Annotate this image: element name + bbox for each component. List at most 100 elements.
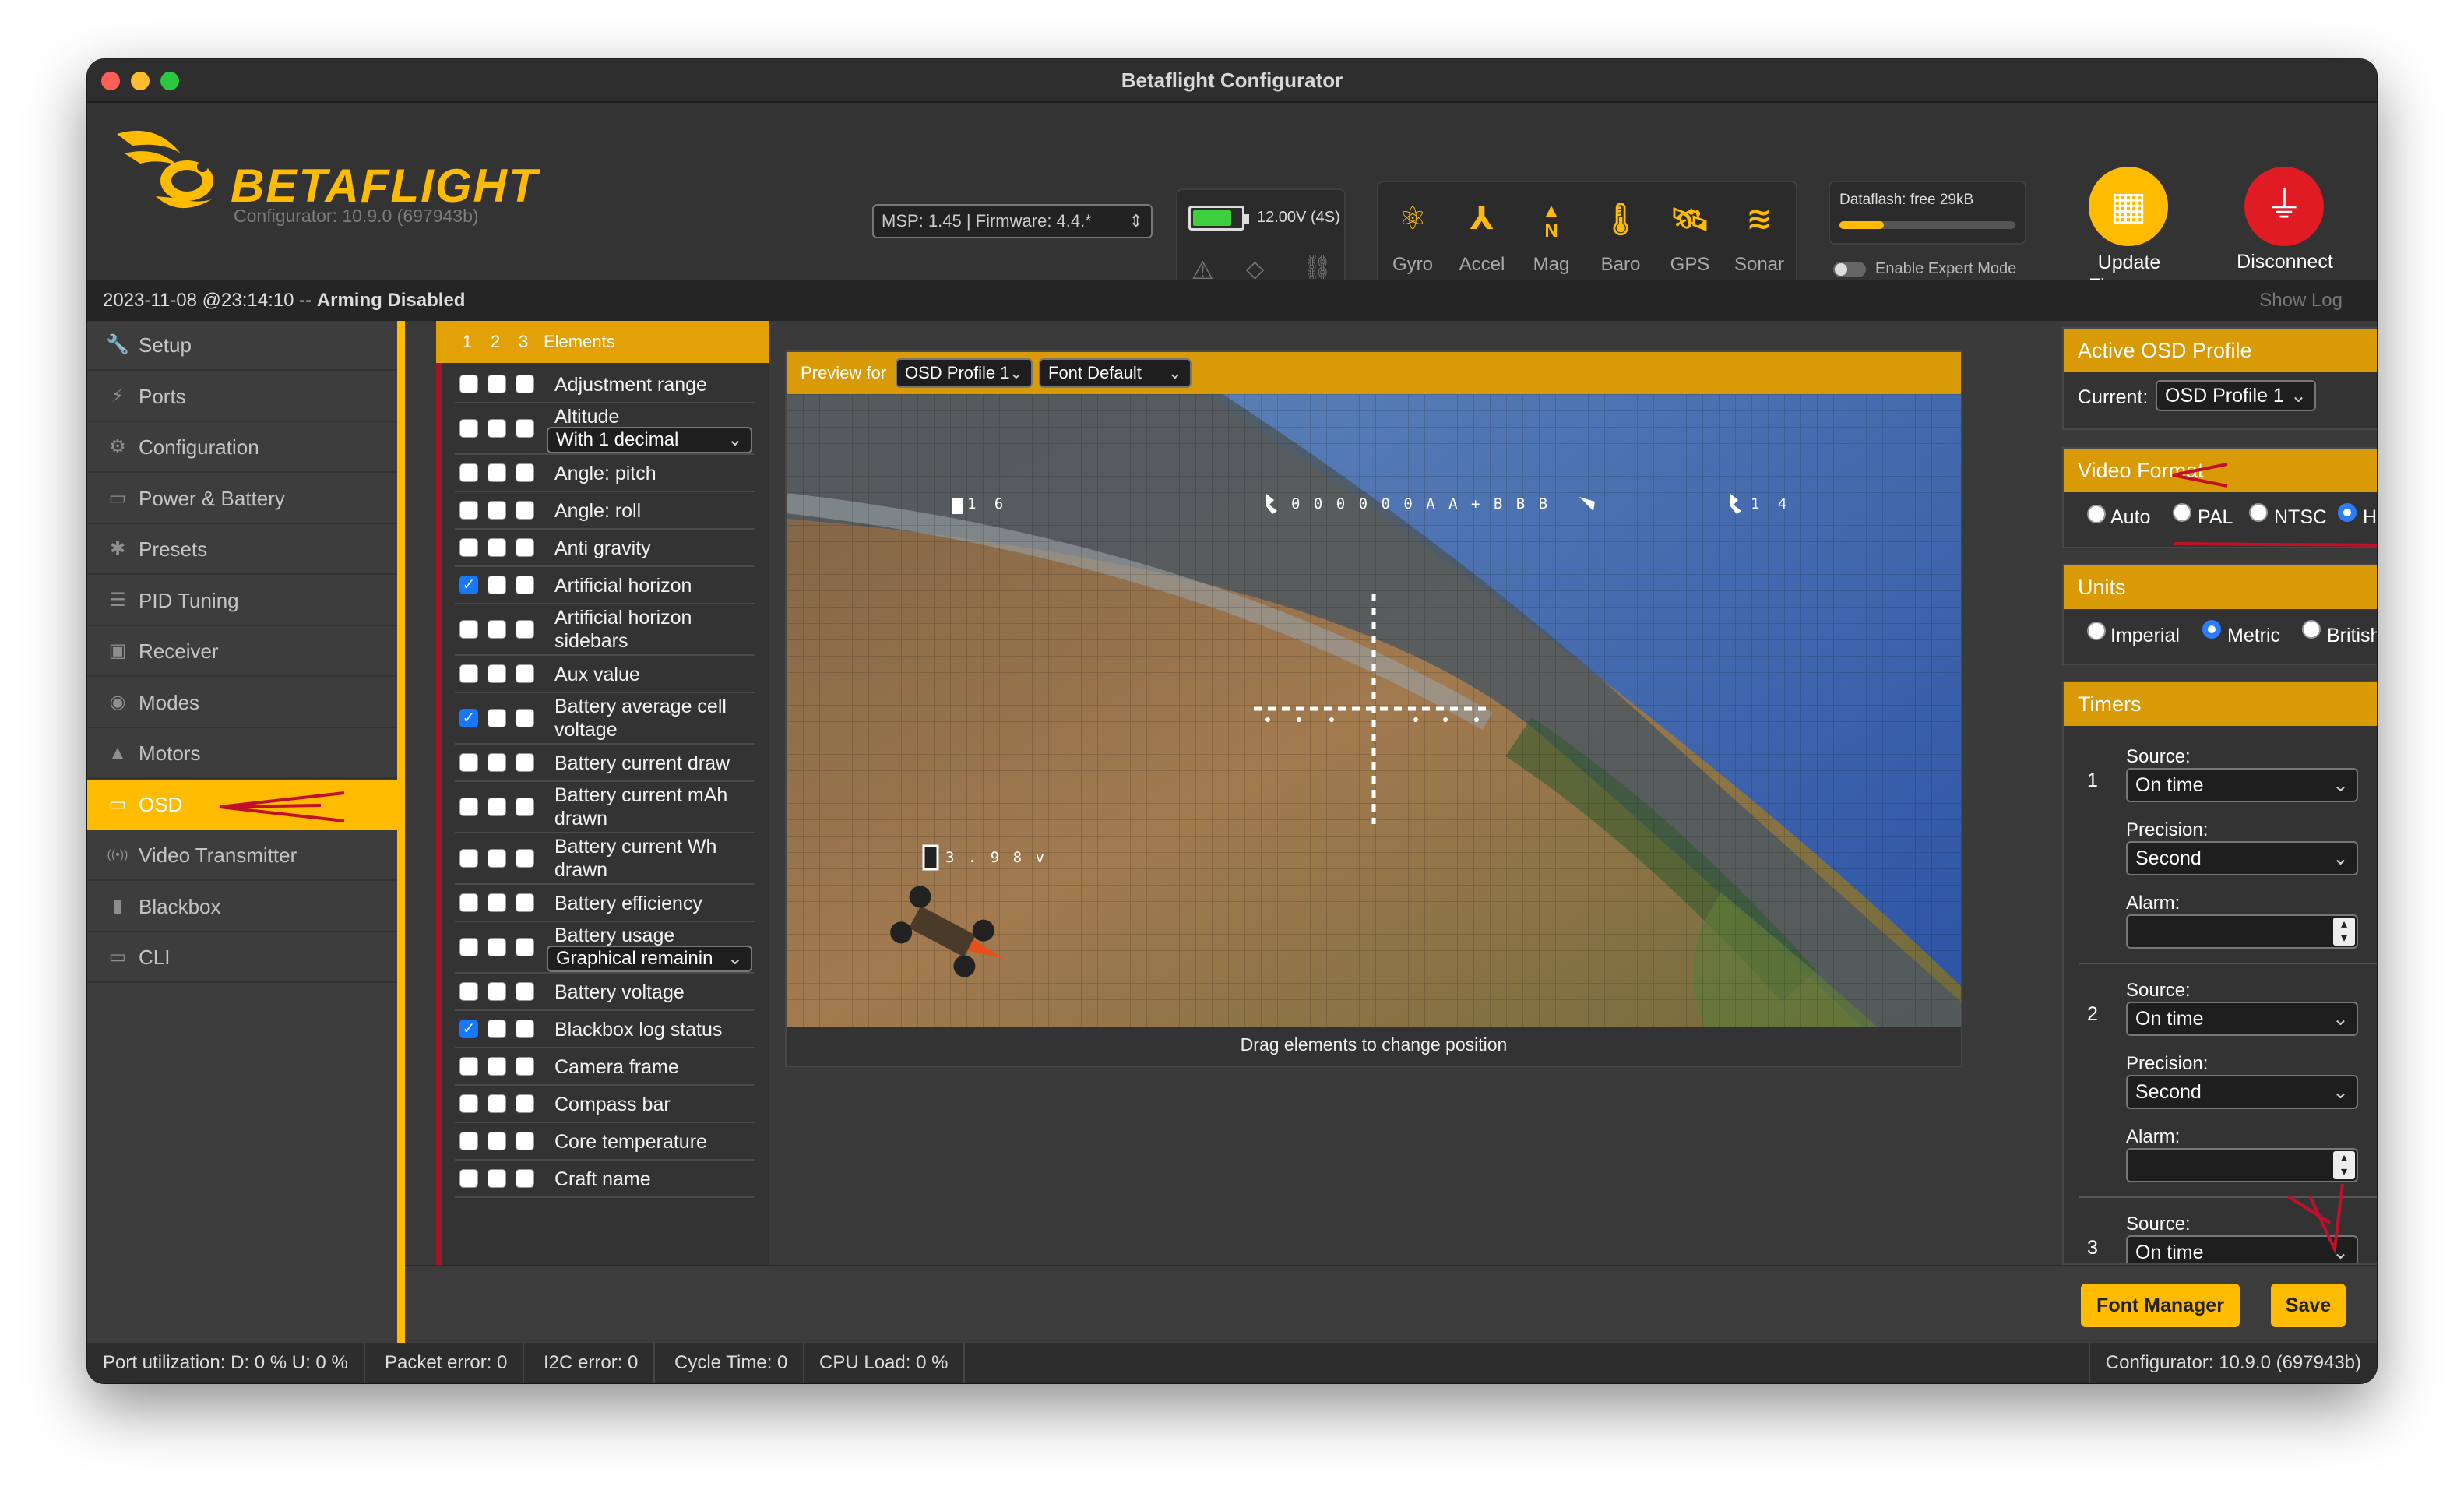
units-imperial-radio[interactable] xyxy=(2087,622,2106,640)
element-profile-3-checkbox[interactable] xyxy=(516,1094,534,1113)
update-firmware-button[interactable]: ▦ Update Firmware xyxy=(2065,160,2193,297)
element-profile-1-checkbox[interactable] xyxy=(459,1132,478,1150)
element-profile-3-checkbox[interactable] xyxy=(516,375,534,393)
element-profile-1-checkbox[interactable] xyxy=(459,538,478,557)
element-profile-3-checkbox[interactable] xyxy=(516,753,534,772)
stepper-icon[interactable]: ▴ ▾ xyxy=(2333,918,2355,946)
units-metric-radio[interactable] xyxy=(2202,620,2221,639)
save-button[interactable]: Save xyxy=(2271,1284,2346,1327)
element-profile-2-checkbox[interactable] xyxy=(488,1020,506,1038)
msp-firmware-select[interactable]: MSP: 1.45 | Firmware: 4.4.* ⇕ xyxy=(872,204,1153,238)
element-profile-2-checkbox[interactable] xyxy=(488,664,506,683)
element-variant-select[interactable]: Graphical remainin ⌄ xyxy=(547,946,752,972)
element-profile-2-checkbox[interactable] xyxy=(488,1169,506,1188)
element-profile-2-checkbox[interactable] xyxy=(488,419,506,438)
element-profile-1-checkbox[interactable] xyxy=(459,753,478,772)
element-profile-2-checkbox[interactable] xyxy=(488,538,506,557)
element-profile-2-checkbox[interactable] xyxy=(488,576,506,594)
video-format-hd-radio[interactable] xyxy=(2338,503,2357,522)
element-profile-1-checkbox[interactable] xyxy=(459,463,478,482)
sidebar-item-receiver[interactable]: ▣ Receiver xyxy=(87,627,397,677)
sidebar-item-cli[interactable]: ▭ CLI xyxy=(87,933,397,983)
element-variant-select[interactable]: With 1 decimal ⌄ xyxy=(547,427,752,453)
element-profile-2-checkbox[interactable] xyxy=(488,982,506,1001)
sidebar-item-video-transmitter[interactable]: ((•)) Video Transmitter xyxy=(87,831,397,881)
element-profile-2-checkbox[interactable] xyxy=(488,893,506,912)
element-profile-3-checkbox[interactable] xyxy=(516,1169,534,1188)
element-profile-3-checkbox[interactable] xyxy=(516,1057,534,1076)
element-profile-1-checkbox[interactable] xyxy=(459,849,478,868)
element-profile-1-checkbox[interactable] xyxy=(459,1169,478,1188)
element-profile-3-checkbox[interactable] xyxy=(516,1132,534,1150)
stepper-icon[interactable]: ▴ ▾ xyxy=(2333,1151,2355,1179)
element-profile-3-checkbox[interactable] xyxy=(516,709,534,727)
element-profile-2-checkbox[interactable] xyxy=(488,463,506,482)
element-profile-3-checkbox[interactable] xyxy=(516,501,534,520)
video-format-pal-radio[interactable] xyxy=(2173,503,2191,522)
element-profile-1-checkbox[interactable] xyxy=(459,893,478,912)
element-profile-2-checkbox[interactable] xyxy=(488,1132,506,1150)
timer-2-alarm-input[interactable]: ▴ ▾ xyxy=(2126,1148,2358,1182)
element-profile-1-checkbox[interactable]: ✓ xyxy=(459,576,478,594)
sidebar-item-osd[interactable]: ▭ OSD xyxy=(87,780,397,830)
element-profile-2-checkbox[interactable] xyxy=(488,620,506,639)
element-profile-1-checkbox[interactable]: ✓ xyxy=(459,1020,478,1038)
element-profile-2-checkbox[interactable] xyxy=(488,798,506,816)
element-profile-3-checkbox[interactable] xyxy=(516,664,534,683)
element-profile-2-checkbox[interactable] xyxy=(488,1094,506,1113)
sidebar-item-configuration[interactable]: ⚙ Configuration xyxy=(87,423,397,473)
sidebar-item-motors[interactable]: ▲ Motors xyxy=(87,729,397,779)
element-profile-2-checkbox[interactable] xyxy=(488,501,506,520)
element-profile-3-checkbox[interactable] xyxy=(516,893,534,912)
show-log-link[interactable]: Show Log xyxy=(2259,280,2343,321)
element-profile-2-checkbox[interactable] xyxy=(488,849,506,868)
element-profile-1-checkbox[interactable] xyxy=(459,419,478,438)
sidebar-item-blackbox[interactable]: ▮ Blackbox xyxy=(87,882,397,932)
disconnect-button[interactable]: ⏚ Disconnect xyxy=(2221,160,2349,293)
units-british-radio[interactable] xyxy=(2302,620,2321,639)
element-profile-3-checkbox[interactable] xyxy=(516,538,534,557)
element-profile-1-checkbox[interactable] xyxy=(459,501,478,520)
timer-3-source-select[interactable]: On time ⌄ xyxy=(2126,1235,2358,1263)
sidebar-item-setup[interactable]: 🔧 Setup xyxy=(87,321,397,371)
preview-profile-select[interactable]: OSD Profile 1 ⌄ xyxy=(896,358,1033,388)
element-profile-3-checkbox[interactable] xyxy=(516,1020,534,1038)
element-profile-1-checkbox[interactable] xyxy=(459,1057,478,1076)
element-profile-1-checkbox[interactable] xyxy=(459,375,478,393)
element-profile-1-checkbox[interactable] xyxy=(459,798,478,816)
element-profile-2-checkbox[interactable] xyxy=(488,938,506,956)
element-profile-3-checkbox[interactable] xyxy=(516,938,534,956)
sidebar-item-modes[interactable]: ◉ Modes xyxy=(87,678,397,728)
sidebar-item-presets[interactable]: ✱ Presets xyxy=(87,525,397,575)
expert-mode-toggle[interactable] xyxy=(1833,262,1866,277)
timer-2-source-select[interactable]: On time ⌄ xyxy=(2126,1002,2358,1036)
font-manager-button[interactable]: Font Manager xyxy=(2081,1284,2240,1327)
element-profile-3-checkbox[interactable] xyxy=(516,620,534,639)
video-format-auto-radio[interactable] xyxy=(2087,505,2106,523)
element-profile-1-checkbox[interactable] xyxy=(459,982,478,1001)
element-profile-1-checkbox[interactable]: ✓ xyxy=(459,709,478,727)
timer-1-alarm-input[interactable]: ▴ ▾ xyxy=(2126,914,2358,949)
element-profile-2-checkbox[interactable] xyxy=(488,709,506,727)
element-profile-1-checkbox[interactable] xyxy=(459,620,478,639)
preview-font-select[interactable]: Font Default ⌄ xyxy=(1039,358,1192,388)
element-profile-3-checkbox[interactable] xyxy=(516,419,534,438)
element-profile-2-checkbox[interactable] xyxy=(488,375,506,393)
element-profile-3-checkbox[interactable] xyxy=(516,849,534,868)
sidebar-item-power-battery[interactable]: ▭ Power & Battery xyxy=(87,474,397,524)
element-profile-1-checkbox[interactable] xyxy=(459,664,478,683)
element-profile-1-checkbox[interactable] xyxy=(459,938,478,956)
element-profile-2-checkbox[interactable] xyxy=(488,1057,506,1076)
timer-1-precision-select[interactable]: Second ⌄ xyxy=(2126,841,2358,875)
element-profile-2-checkbox[interactable] xyxy=(488,753,506,772)
sidebar-item-pid-tuning[interactable]: ☰ PID Tuning xyxy=(87,576,397,626)
element-profile-3-checkbox[interactable] xyxy=(516,576,534,594)
timer-1-source-select[interactable]: On time ⌄ xyxy=(2126,768,2358,802)
sidebar-item-ports[interactable]: ⚡ Ports xyxy=(87,372,397,422)
osd-preview-canvas[interactable]: 1 6 0 0 0 0 0 0 A A + B B B 1 4 3 . 9 8 … xyxy=(787,394,1961,1027)
element-profile-1-checkbox[interactable] xyxy=(459,1094,478,1113)
active-profile-select[interactable]: OSD Profile 1 ⌄ xyxy=(2156,380,2316,411)
element-profile-3-checkbox[interactable] xyxy=(516,463,534,482)
element-profile-3-checkbox[interactable] xyxy=(516,982,534,1001)
video-format-ntsc-radio[interactable] xyxy=(2249,503,2268,522)
